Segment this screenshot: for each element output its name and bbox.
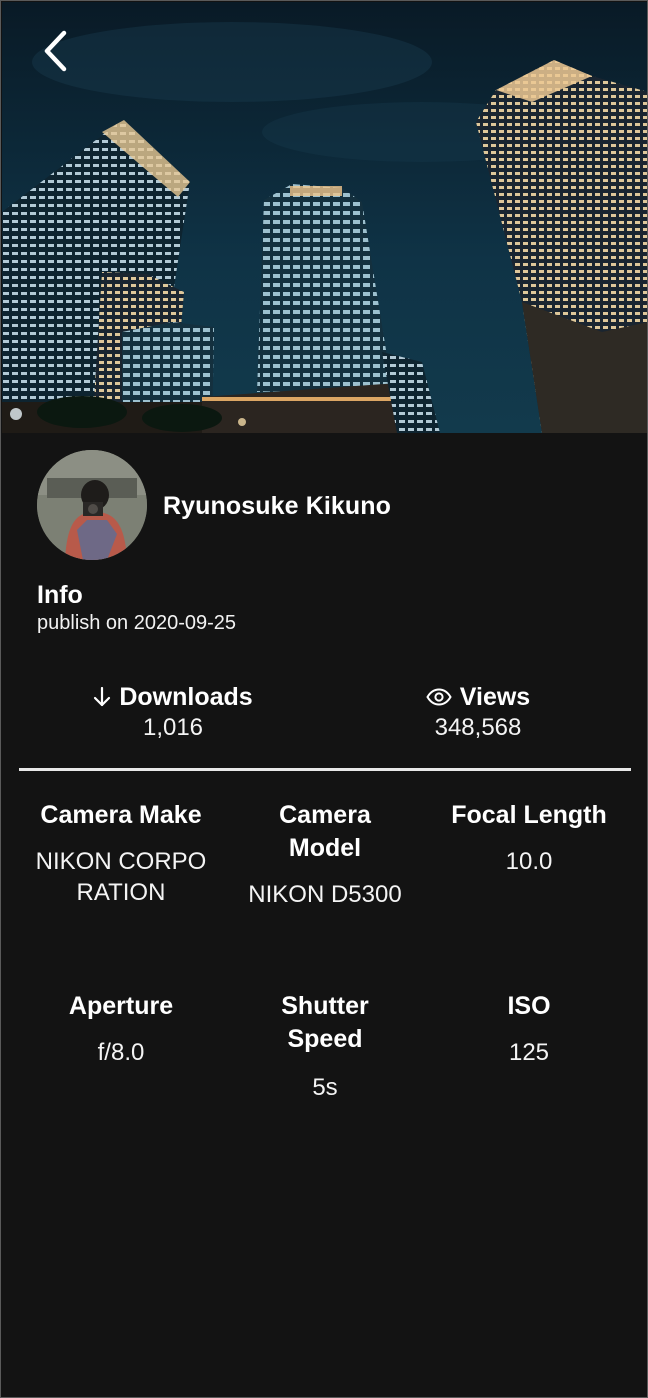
views-stat: Views 348,568 (348, 681, 608, 742)
focal-length-label: Focal Length (451, 801, 607, 829)
publish-date: publish on 2020-09-25 (37, 612, 237, 634)
focal-length-value: 10.0 (505, 848, 553, 875)
aperture-label: Aperture (68, 992, 174, 1020)
iso-value: 125 (508, 1039, 550, 1066)
downloads-count: 1,016 (142, 714, 204, 741)
city-skyline-image (2, 2, 647, 433)
views-count: 348,568 (434, 714, 522, 741)
back-button[interactable] (35, 25, 75, 77)
camera-model-value: NIKON D5300 (248, 881, 402, 908)
chevron-left-icon (44, 30, 67, 72)
downloads-label: Downloads (119, 682, 253, 711)
iso-cell: ISO 125 (427, 990, 631, 1068)
author-avatar[interactable] (37, 450, 147, 560)
shutter-speed-cell: Shutter Speed 5s (223, 990, 427, 1103)
shutter-speed-label: Shutter Speed (281, 992, 369, 1053)
eye-icon (426, 688, 452, 706)
avatar-image (37, 450, 147, 560)
camera-make-cell: Camera Make NIKON CORPORATION (19, 799, 223, 908)
info-heading: Info (37, 581, 83, 609)
hero-photo (2, 2, 647, 433)
downloads-stat: Downloads 1,016 (43, 681, 303, 742)
shutter-speed-value: 5s (312, 1074, 338, 1101)
camera-make-value: NIKON CORPORATION (35, 848, 207, 906)
author-name[interactable]: Ryunosuke Kikuno (163, 492, 391, 521)
arrow-down-icon (94, 687, 111, 707)
photo-detail-screen: Ryunosuke Kikuno Info publish on 2020-09… (0, 0, 648, 1398)
focal-length-cell: Focal Length 10.0 (427, 799, 631, 877)
section-divider (19, 768, 631, 771)
iso-label: ISO (507, 992, 551, 1020)
views-label: Views (459, 682, 531, 711)
camera-model-cell: Camera Model NIKON D5300 (223, 799, 427, 910)
aperture-cell: Aperture f/8.0 (19, 990, 223, 1068)
aperture-value: f/8.0 (97, 1039, 145, 1066)
camera-model-label: Camera Model (279, 801, 371, 862)
camera-make-label: Camera Make (40, 801, 202, 829)
